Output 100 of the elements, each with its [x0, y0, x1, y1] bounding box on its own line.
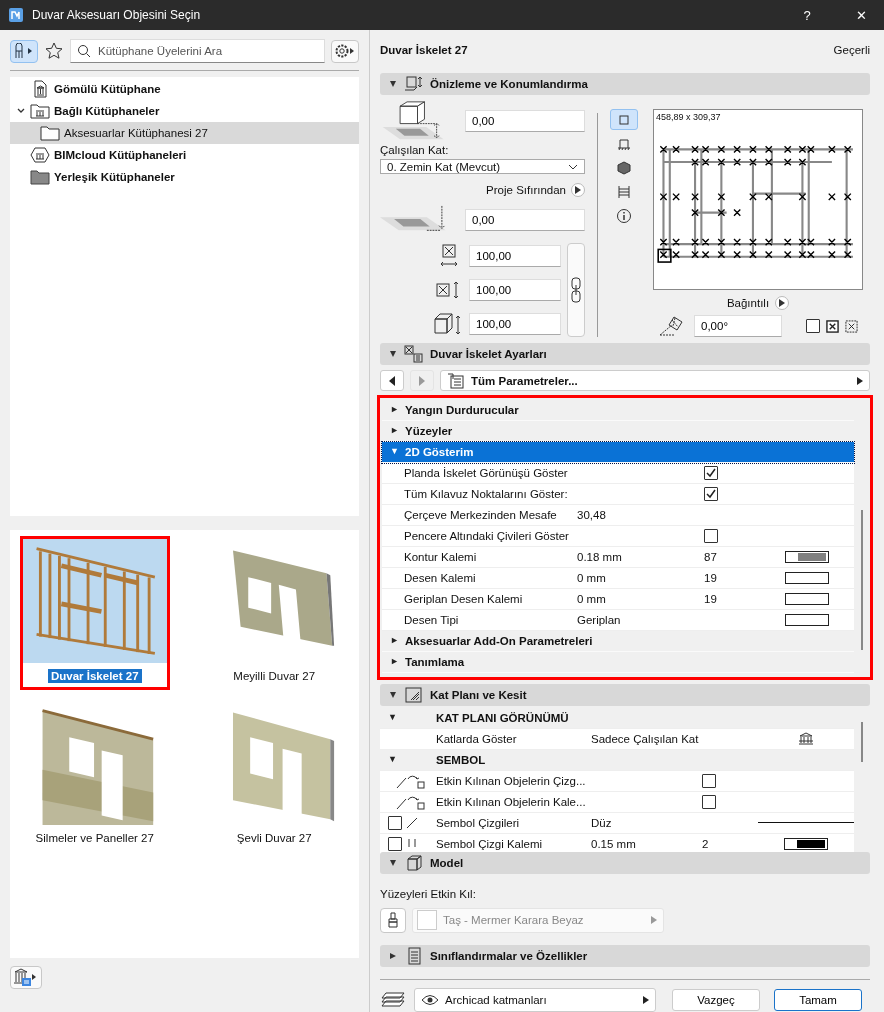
parameter-row[interactable]: Geriplan Desen Kalemi 0 mm 19 [382, 588, 854, 610]
settings-icon [334, 43, 356, 59]
help-button[interactable]: ? [784, 0, 830, 30]
parameter-row[interactable]: Desen Kalemi 0 mm 19 [382, 567, 854, 589]
parameter-row[interactable]: Etkin Kılınan Objelerin Çizg... [380, 770, 854, 792]
parameter-label: Pencere Altındaki Çivileri Göster [403, 529, 570, 542]
parameter-list-icon [447, 372, 465, 389]
anchor-menu-button[interactable] [775, 296, 790, 311]
parameter-row[interactable]: Kontur Kalemi 0.18 mm 87 [382, 546, 854, 568]
link-toggle-button[interactable] [567, 243, 585, 338]
width-field[interactable]: 100,00 [469, 245, 561, 268]
reference-menu-button[interactable] [571, 183, 585, 198]
elevation-field[interactable]: 0,00 [465, 110, 585, 133]
star-icon[interactable] [44, 41, 64, 61]
checkbox[interactable] [702, 794, 716, 809]
tree-label: Gömülü Kütüphane [54, 83, 161, 95]
parameter-row[interactable]: Sembol Çizgileri Düz [380, 812, 854, 834]
tree-item[interactable]: Aksesuarlar Kütüphanesi 27 [10, 122, 359, 144]
section-header[interactable]: Kat Planı ve Kesit [380, 683, 870, 706]
triangle-icon[interactable] [388, 950, 398, 961]
parameter-row[interactable]: Planda İskelet Görünüşü Göster [382, 462, 854, 484]
checkbox[interactable] [702, 773, 716, 788]
triangle-icon[interactable] [390, 426, 399, 436]
layers-dropdown[interactable]: Archicad katmanları [414, 987, 656, 1012]
section-header[interactable]: Sınıflandırmalar ve Özellikler [380, 944, 870, 967]
triangle-icon[interactable] [388, 713, 397, 723]
angle-field[interactable]: 0,00° [694, 315, 782, 338]
mirror-icon[interactable] [826, 319, 839, 333]
parameter-row[interactable]: Tüm Kılavuz Noktalarını Göster: [382, 483, 854, 505]
fill-swatch[interactable] [784, 613, 829, 626]
triangle-icon[interactable] [388, 689, 398, 700]
height-field[interactable]: 100,00 [469, 313, 561, 336]
parameter-row[interactable]: 2D Gösterim [382, 441, 854, 463]
object-title: Duvar İskelet 27 [380, 43, 468, 56]
play-icon [779, 299, 786, 308]
section-header[interactable]: Duvar İskelet Ayarları [380, 343, 870, 366]
object-thumbnail[interactable]: Silmeler ve Paneller 27 [20, 698, 170, 852]
window-title: Duvar Aksesuarı Objesini Seçin [32, 8, 202, 22]
pen-swatch[interactable] [784, 550, 829, 563]
close-button[interactable]: ✕ [838, 0, 884, 30]
parameter-value: 0 mm [577, 592, 606, 605]
checkbox[interactable] [388, 815, 402, 830]
group-label: 2D Gösterim [405, 445, 474, 458]
checkbox[interactable] [704, 528, 718, 543]
parameter-row[interactable]: Pencere Altındaki Çivileri Göster [382, 525, 854, 547]
tree-label: Aksesuarlar Kütüphanesi 27 [64, 127, 208, 139]
parameter-row[interactable]: Etkin Kılınan Objelerin Kale... [380, 791, 854, 813]
floor-plan-icon [404, 685, 424, 704]
layers-icon [380, 990, 406, 1009]
object-thumbnail[interactable]: Meyilli Duvar 27 [199, 536, 349, 690]
triangle-icon[interactable] [388, 755, 397, 765]
pen-swatch[interactable] [784, 571, 829, 584]
page-dropdown[interactable]: Tüm Parametreler... [440, 370, 870, 391]
parameter-row[interactable]: Çerçeve Merkezinden Mesafe 30,48 [382, 504, 854, 526]
parameter-value: 0.15 mm [591, 837, 636, 850]
triangle-icon[interactable] [390, 657, 399, 667]
library-manager-button[interactable] [10, 966, 42, 989]
checkbox[interactable] [704, 486, 718, 501]
tree-item[interactable]: Gömülü Kütüphane [10, 78, 359, 100]
mirror-dashed-icon[interactable] [845, 319, 858, 333]
parameter-row[interactable]: Desen Tipi Geriplan [382, 609, 854, 631]
tree-item[interactable]: BIMcloud Kütüphaneleri [10, 144, 359, 166]
previous-button[interactable] [380, 370, 404, 391]
mirror-checkbox[interactable] [806, 319, 820, 334]
object-thumbnail[interactable]: Şevli Duvar 27 [199, 698, 349, 852]
story-value: 0. Zemin Kat (Mevcut) [387, 160, 501, 173]
object-thumbnail[interactable]: Duvar İskelet 27 [20, 536, 170, 690]
tree-item[interactable]: Bağlı Kütüphaneler [10, 100, 359, 122]
pen-swatch[interactable] [783, 837, 828, 850]
parameter-label: Desen Kalemi [403, 571, 477, 584]
depth-field[interactable]: 100,00 [469, 279, 561, 302]
parameters-icon [404, 345, 424, 364]
search-input[interactable]: Kütüphane Üyelerini Ara [96, 44, 318, 58]
ok-button[interactable]: Tamam [774, 988, 862, 1011]
layers-label: Archicad katmanları [445, 993, 548, 1006]
object-type-button[interactable] [10, 39, 38, 63]
triangle-icon[interactable] [390, 405, 399, 415]
triangle-icon[interactable] [390, 636, 399, 646]
parameter-label: Sembol Çizgileri [436, 816, 521, 829]
brush-icon [386, 912, 400, 929]
checkbox[interactable] [704, 465, 718, 480]
search-field[interactable]: Kütüphane Üyelerini Ara [70, 39, 325, 63]
parameter-value: Düz [591, 816, 612, 829]
parameter-value: 0 mm [577, 571, 606, 584]
offset-field[interactable]: 0,00 [465, 209, 585, 232]
paint-brush-button[interactable] [380, 907, 406, 933]
parameter-row[interactable]: Katlarda Göster Sadece Çalışılan Kat [380, 728, 854, 750]
parameter-label: KAT PLANI GÖRÜNÜMÜ [436, 711, 570, 724]
pen-swatch[interactable] [784, 592, 829, 605]
tree-item[interactable]: Yerleşik Kütüphaneler [10, 166, 359, 188]
story-dropdown[interactable]: 0. Zemin Kat (Mevcut) [380, 159, 585, 175]
building-icon[interactable] [797, 731, 814, 746]
section-title: Önizleme ve Konumlandırma [430, 78, 588, 91]
section-title: Sınıflandırmalar ve Özellikler [430, 949, 588, 962]
cancel-button[interactable]: Vazgeç [672, 988, 760, 1011]
section-header[interactable]: Önizleme ve Konumlandırma [380, 73, 870, 96]
checkbox[interactable] [388, 836, 402, 851]
settings-button[interactable] [331, 39, 359, 63]
object-name: Şevli Duvar 27 [235, 831, 313, 845]
left-triangle-icon [388, 375, 396, 386]
